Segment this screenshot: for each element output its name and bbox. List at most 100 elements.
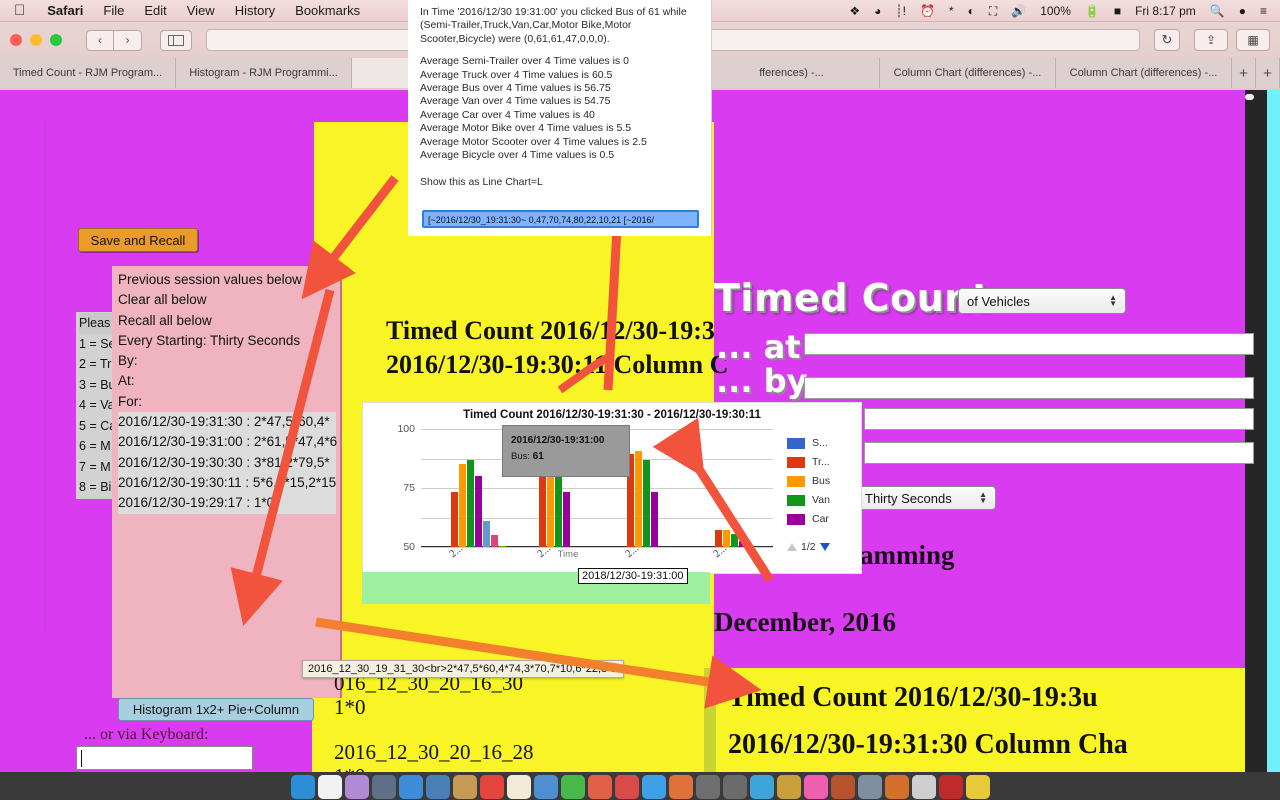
at-icon[interactable] — [776, 775, 801, 799]
photos-icon[interactable] — [587, 775, 612, 799]
mail-icon[interactable] — [533, 775, 558, 799]
utility-icon[interactable] — [722, 775, 747, 799]
forward-icon[interactable]: › — [114, 29, 142, 51]
chart-bar[interactable] — [547, 475, 554, 547]
back-icon[interactable]: ‹ — [86, 29, 114, 51]
bluetooth-icon[interactable]: * — [942, 0, 961, 22]
menu-item-file[interactable]: File — [93, 0, 134, 22]
appstore-icon[interactable] — [641, 775, 666, 799]
chart-bar-group[interactable] — [443, 459, 507, 547]
chart-bar[interactable] — [483, 521, 490, 547]
timemachine-icon[interactable]: ⏰ — [913, 0, 942, 22]
filezilla-icon[interactable] — [938, 775, 963, 799]
dropbox-icon[interactable]: ┊! — [888, 0, 913, 22]
extra-input-2[interactable] — [864, 442, 1254, 464]
screen-icon[interactable] — [857, 775, 882, 799]
tab-timed-count[interactable]: Timed Count - RJM Program... — [0, 58, 176, 88]
chart-bar[interactable] — [555, 475, 562, 547]
show-tabs-icon[interactable]: ▦ — [1236, 29, 1270, 51]
chrome-icon[interactable] — [965, 775, 990, 799]
sidebar-icon[interactable] — [160, 29, 192, 51]
chart-legend-item[interactable]: Car — [787, 513, 861, 525]
itunes-icon[interactable] — [803, 775, 828, 799]
preferences-icon[interactable] — [695, 775, 720, 799]
session-value-row[interactable]: 2016/12/30-19:29:17 : 1*0 — [118, 493, 336, 514]
search-icon[interactable]: 🔍 — [1203, 0, 1232, 22]
contacts-icon[interactable] — [425, 775, 450, 799]
control-icon[interactable] — [614, 775, 639, 799]
select-every-interval[interactable]: Thirty Seconds ▲ ▼ — [856, 486, 996, 510]
reload-icon[interactable]: ↻ — [1154, 29, 1180, 51]
legend-page-down-icon[interactable] — [819, 543, 830, 551]
session-value-row[interactable]: 2016/12/30-19:31:00 : 2*61,5*47,4*6 — [118, 432, 337, 453]
trash-alt-icon[interactable] — [749, 775, 774, 799]
chart-bar-group[interactable] — [531, 475, 595, 547]
finder-icon[interactable] — [290, 775, 315, 799]
siri-icon[interactable] — [344, 775, 369, 799]
menu-item-view[interactable]: View — [177, 0, 225, 22]
save-and-recall-button[interactable]: Save and Recall — [78, 228, 198, 252]
chart-bar[interactable] — [467, 459, 474, 547]
airplay-mirror-icon[interactable]: ❖ — [842, 0, 867, 22]
notification-center-icon[interactable]: ≡ — [1253, 0, 1274, 22]
tab-histogram[interactable]: Histogram - RJM Programmi... — [176, 58, 352, 88]
textedit-icon[interactable] — [317, 775, 342, 799]
notes-book-icon[interactable] — [452, 775, 477, 799]
chart-legend-item[interactable]: Bus — [787, 475, 861, 487]
volume-icon[interactable]: 🔊 — [1004, 0, 1033, 22]
by-input[interactable] — [804, 377, 1254, 399]
chart-legend-item[interactable]: S... — [787, 437, 861, 449]
calendar-icon[interactable] — [479, 775, 504, 799]
paint-icon[interactable] — [830, 775, 855, 799]
menu-item-history[interactable]: History — [225, 0, 285, 22]
session-value-row[interactable]: 2016/12/30-19:30:11 : 5*6,3*15,2*15 — [118, 472, 336, 494]
at-input[interactable] — [804, 333, 1254, 355]
minimize-icon[interactable] — [30, 34, 42, 46]
popup-selected-input[interactable]: [~2016/12/30_19:31:30~ 0,47,70,74,80,22,… — [422, 210, 699, 228]
chart-legend-pager[interactable]: 1/2 — [787, 541, 830, 553]
tab-column-chart-2[interactable]: Column Chart (differences) -... — [1056, 58, 1232, 88]
chart-bar[interactable] — [651, 491, 658, 547]
safari-icon[interactable] — [398, 775, 423, 799]
chart-bar[interactable] — [563, 491, 570, 547]
session-value-row[interactable]: 2016/12/30-19:30:30 : 3*81,2*79,5* — [118, 452, 336, 473]
zoom-icon[interactable] — [50, 34, 62, 46]
apple-icon[interactable]:  — [0, 0, 37, 22]
scrollbar-thumb[interactable] — [1245, 94, 1254, 100]
clear-all-below-link[interactable]: Clear all below — [118, 290, 336, 310]
broadcast-icon[interactable]: ◕ — [867, 0, 888, 22]
wifi-icon[interactable]: ◐ — [961, 0, 982, 22]
australia-flag-icon[interactable]: ■ — [1107, 0, 1128, 22]
keyboard-input[interactable] — [76, 746, 253, 770]
chart-bar[interactable] — [635, 451, 642, 547]
chart-bar[interactable] — [739, 541, 746, 547]
chart-bar[interactable] — [459, 464, 466, 547]
chart-bar[interactable] — [643, 459, 650, 547]
chart-bar[interactable] — [451, 491, 458, 547]
siri-icon[interactable]: ● — [1232, 0, 1253, 22]
screen-share-icon[interactable]: ⛶ — [982, 0, 1004, 22]
tab-differences-1[interactable]: fferences) -... — [704, 58, 880, 88]
chart-bar[interactable] — [539, 475, 546, 547]
close-icon[interactable] — [10, 34, 22, 46]
facetime-icon[interactable] — [560, 775, 585, 799]
legend-page-up-icon[interactable] — [787, 543, 797, 551]
reminders-icon[interactable] — [506, 775, 531, 799]
recall-all-below-link[interactable]: Recall all below — [118, 311, 336, 331]
clock-label[interactable]: Fri 8:17 pm — [1128, 0, 1203, 22]
chart-bar[interactable] — [491, 535, 498, 547]
chart-bar[interactable] — [731, 534, 738, 547]
new-tab-button-2[interactable]: + — [1256, 58, 1280, 88]
ibooks-icon[interactable] — [668, 775, 693, 799]
gimp-icon[interactable] — [884, 775, 909, 799]
select-of-vehicles[interactable]: of Vehicles ▲ ▼ — [958, 288, 1126, 314]
launchpad-icon[interactable] — [371, 775, 396, 799]
menu-item-safari[interactable]: Safari — [37, 0, 93, 22]
new-tab-button[interactable]: + — [1232, 58, 1256, 88]
chart-bar[interactable] — [499, 545, 506, 547]
image-icon[interactable] — [911, 775, 936, 799]
menu-item-edit[interactable]: Edit — [134, 0, 176, 22]
extra-input-1[interactable] — [864, 408, 1254, 430]
chart-bar[interactable] — [475, 476, 482, 547]
histogram-pie-column-button[interactable]: Histogram 1x2+ Pie+Column — [118, 698, 314, 721]
